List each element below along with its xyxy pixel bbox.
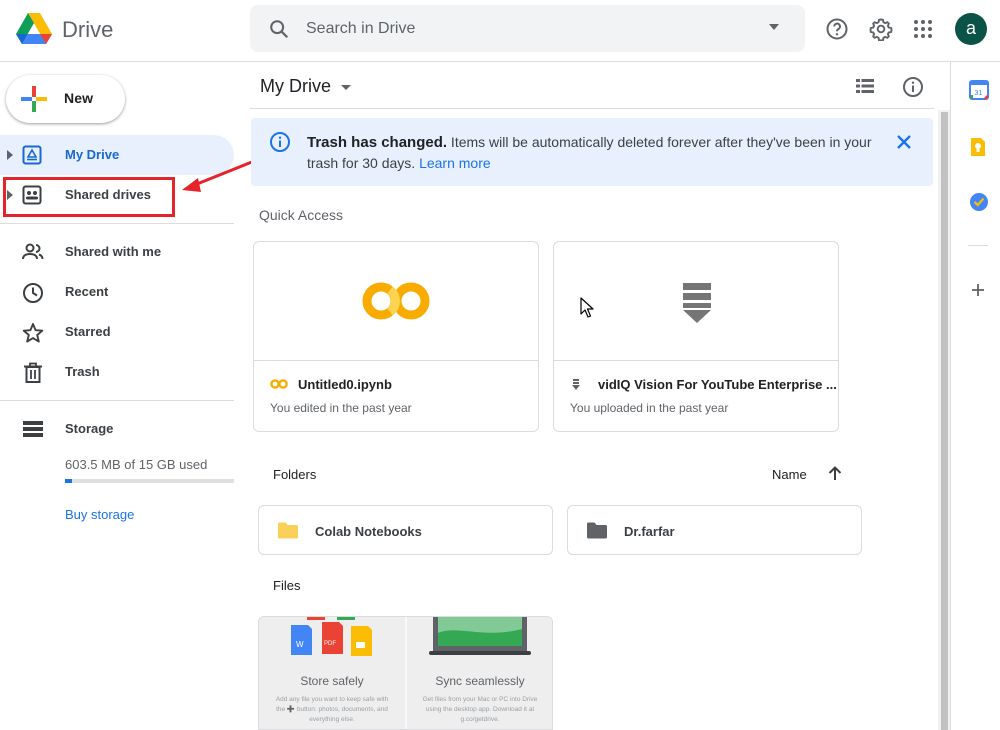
onboarding-promo-card: W PDF Store safely Add any file you want… <box>258 616 553 730</box>
trash-icon <box>22 362 44 384</box>
storage-usage-text: 603.5 MB of 15 GB used <box>65 457 208 472</box>
new-button[interactable]: New <box>6 75 125 123</box>
clock-icon <box>22 282 44 304</box>
keep-icon[interactable] <box>969 137 987 157</box>
info-icon[interactable] <box>902 76 924 98</box>
folder-name: Colab Notebooks <box>315 524 422 539</box>
add-icon[interactable] <box>971 283 985 297</box>
promo-description: Add any file you want to keep safe with … <box>275 696 389 723</box>
colab-logo-icon <box>362 282 430 320</box>
storage-progress-bar <box>65 479 234 483</box>
banner-title: Trash has changed. <box>307 134 448 151</box>
folder-item[interactable]: Dr.farfar <box>567 505 862 555</box>
storage-icon <box>22 419 44 439</box>
help-icon[interactable] <box>825 17 849 41</box>
app-name[interactable]: Drive <box>62 17 113 43</box>
sidebar-item-recent[interactable]: Recent <box>0 272 234 312</box>
promo-title: Sync seamlessly <box>435 674 525 688</box>
sidebar-item-label: Recent <box>65 284 109 299</box>
sidebar-item-label: Shared with me <box>65 244 162 259</box>
file-name: vidIQ Vision For YouTube Enterprise ... <box>598 377 837 392</box>
my-drive-icon <box>22 145 42 165</box>
folder-icon <box>277 522 299 539</box>
file-preview <box>254 242 538 361</box>
side-panel: 31 <box>950 62 1000 730</box>
mouse-cursor-icon <box>580 297 594 319</box>
sidebar-item-label: Storage <box>65 421 114 436</box>
folder-item[interactable]: Colab Notebooks <box>258 505 553 555</box>
notification-banner: Trash has changed. Items will be automat… <box>251 118 933 186</box>
scrollbar-thumb[interactable] <box>941 112 948 730</box>
laptop-illustration-icon <box>429 617 531 657</box>
plus-icon <box>21 86 47 112</box>
apps-grid-icon[interactable] <box>913 19 933 39</box>
folder-name: Dr.farfar <box>624 524 675 539</box>
drive-logo-icon[interactable] <box>15 12 53 46</box>
search-bar[interactable] <box>250 5 805 52</box>
promo-title: Store safely <box>300 674 364 688</box>
annotation-highlight-box <box>3 177 175 217</box>
folder-icon <box>586 522 608 539</box>
close-icon[interactable] <box>895 133 913 151</box>
promo-sync-seamlessly: Sync seamlessly Get files from your Mac … <box>407 617 552 729</box>
chevron-down-icon[interactable] <box>340 84 352 91</box>
sidebar-divider <box>0 400 234 401</box>
svg-text:31: 31 <box>975 90 983 97</box>
promo-store-safely: W PDF Store safely Add any file you want… <box>259 617 405 729</box>
expand-arrow-icon[interactable] <box>7 150 13 160</box>
sidebar-item-label: My Drive <box>65 147 120 162</box>
colab-icon <box>270 378 288 390</box>
new-button-label: New <box>64 90 94 106</box>
file-icon <box>570 378 582 392</box>
side-panel-divider <box>968 245 988 246</box>
quick-access-heading: Quick Access <box>259 207 344 223</box>
buy-storage-link[interactable]: Buy storage <box>65 507 134 522</box>
banner-text: Trash has changed. Items will be automat… <box>307 132 877 174</box>
search-options-icon[interactable] <box>768 23 780 31</box>
file-types-illustration-icon: W PDF <box>289 617 375 661</box>
file-preview <box>554 242 838 361</box>
svg-text:PDF: PDF <box>324 641 336 647</box>
header-divider <box>250 108 934 109</box>
gear-icon[interactable] <box>869 17 893 41</box>
file-activity: You edited in the past year <box>270 401 412 415</box>
quick-access-card[interactable]: Untitled0.ipynb You edited in the past y… <box>253 241 539 432</box>
sidebar-divider <box>0 223 234 224</box>
avatar[interactable]: a <box>955 13 987 45</box>
quick-access-card[interactable]: vidIQ Vision For YouTube Enterprise ... … <box>553 241 839 432</box>
sidebar-item-label: Starred <box>65 324 111 339</box>
sidebar-item-trash[interactable]: Trash <box>0 352 234 392</box>
sort-by-name-button[interactable]: Name <box>772 467 807 482</box>
promo-description: Get files from your Mac or PC into Drive… <box>422 696 538 723</box>
page-title[interactable]: My Drive <box>260 76 331 97</box>
sidebar-item-starred[interactable]: Starred <box>0 312 234 352</box>
folders-heading: Folders <box>273 467 317 482</box>
file-preview-icon <box>682 282 712 324</box>
learn-more-link[interactable]: Learn more <box>419 155 491 171</box>
top-bar: Drive a <box>0 0 1000 62</box>
tasks-icon[interactable] <box>969 192 989 212</box>
search-icon[interactable] <box>268 18 290 40</box>
sidebar-item-storage[interactable]: Storage <box>0 409 234 449</box>
file-activity: You uploaded in the past year <box>570 401 729 415</box>
search-input[interactable] <box>306 17 746 41</box>
sort-direction-arrow-icon[interactable] <box>828 465 842 481</box>
sidebar-item-shared-with-me[interactable]: Shared with me <box>0 232 234 272</box>
file-name: Untitled0.ipynb <box>298 377 392 392</box>
list-view-icon[interactable] <box>855 78 875 94</box>
svg-text:W: W <box>296 640 304 649</box>
people-icon <box>22 242 44 262</box>
info-icon <box>269 131 291 153</box>
star-icon <box>22 322 44 344</box>
sidebar-item-label: Trash <box>65 364 100 379</box>
storage-progress-fill <box>65 479 72 483</box>
files-heading: Files <box>273 578 301 593</box>
calendar-icon[interactable]: 31 <box>969 80 989 100</box>
